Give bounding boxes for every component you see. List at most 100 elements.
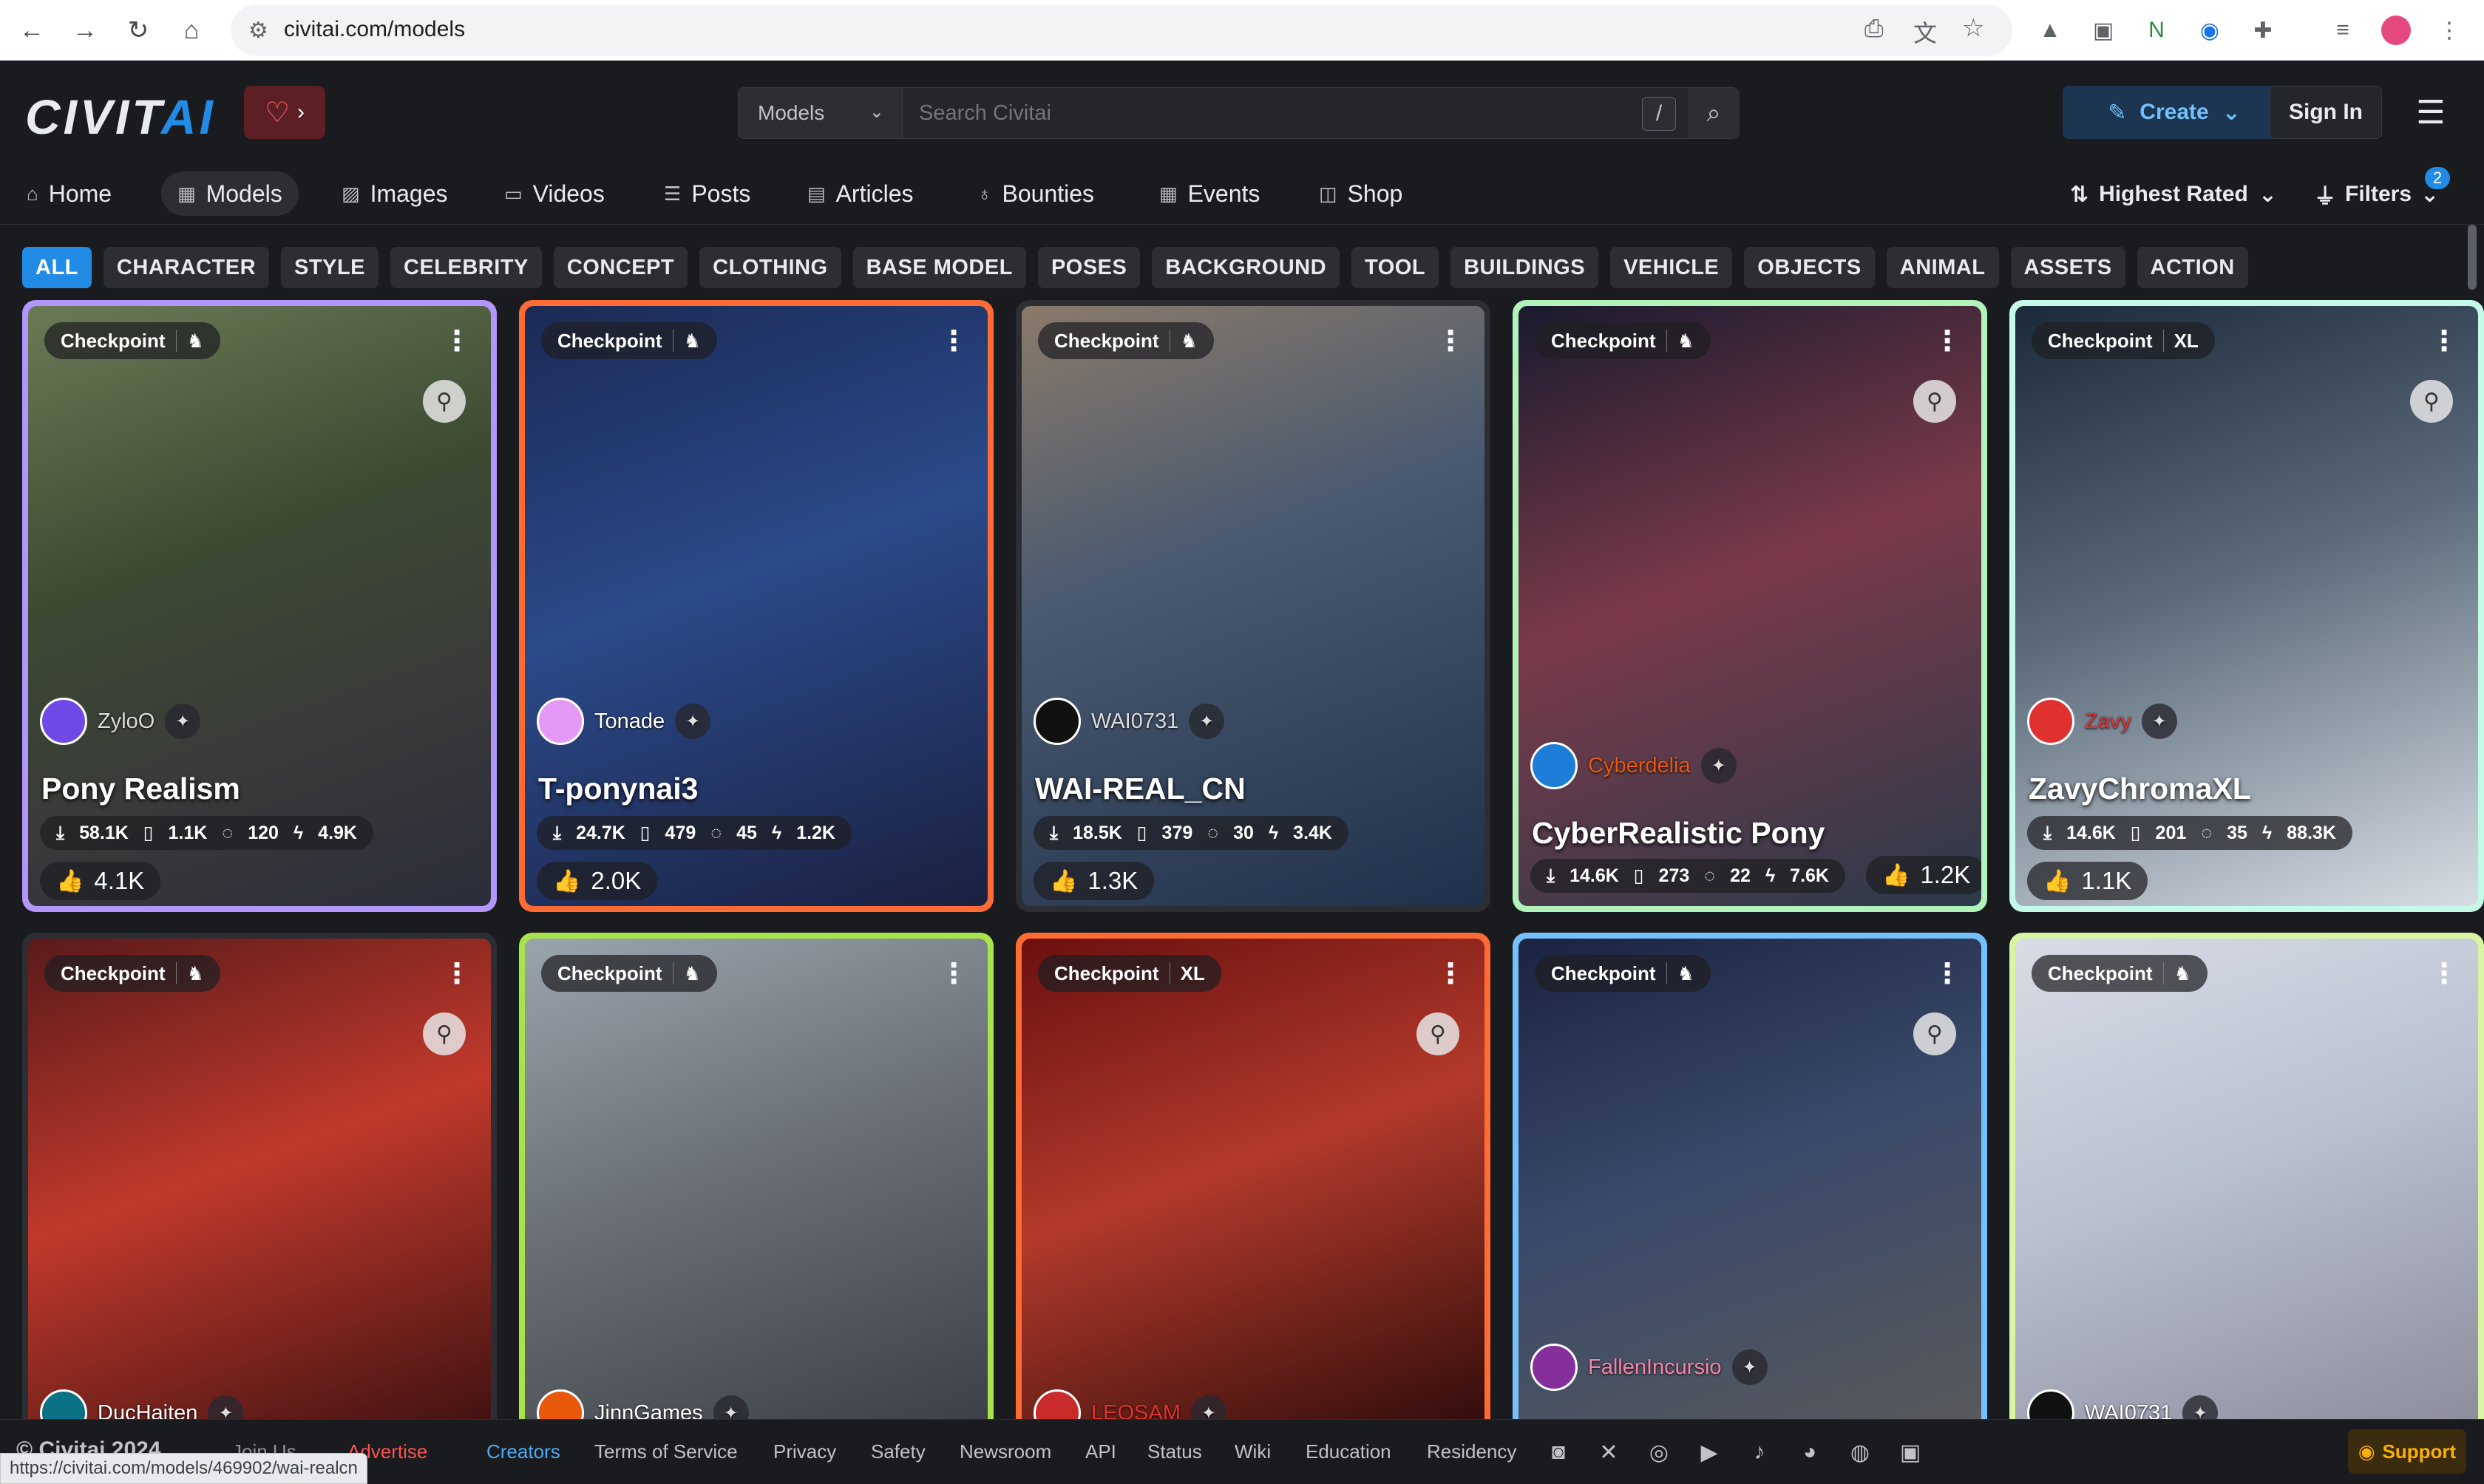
- github-icon[interactable]: ◍: [1845, 1437, 1875, 1467]
- site-info-icon[interactable]: ⚙: [248, 18, 268, 44]
- model-card[interactable]: Checkpoint ♞ ⋮ ⚲ ZyloO ✦ Pony Realism ⤓ 58.1K ▯ 1.…: [22, 300, 497, 912]
- creator-name[interactable]: Zavy: [2085, 709, 2131, 734]
- instagram-icon[interactable]: ◎: [1644, 1437, 1674, 1467]
- link-icon[interactable]: ⚲: [1416, 1012, 1459, 1055]
- tag-action[interactable]: ACTION: [2137, 247, 2248, 288]
- creator-name[interactable]: Tonade: [594, 709, 665, 734]
- link-icon[interactable]: ⚲: [423, 380, 466, 423]
- reload-icon[interactable]: ↻: [118, 10, 158, 50]
- profile-avatar[interactable]: [2379, 13, 2413, 47]
- model-image[interactable]: Checkpoint ♞ ⋮ ⚲ DucHaiten ✦: [28, 939, 491, 1444]
- address-bar[interactable]: ⚙ civitai.com/models ⎙ 文 ☆: [231, 4, 2012, 56]
- extension-2-icon[interactable]: ▣: [2086, 13, 2120, 47]
- more-options-icon[interactable]: ⋮: [1932, 955, 1962, 992]
- nav-events[interactable]: ▦ Events: [1143, 171, 1276, 216]
- extension-1-icon[interactable]: ▲: [2033, 13, 2067, 47]
- model-card[interactable]: Checkpoint ♞ ⋮ ⚲ Cyberdelia ✦ CyberRealistic P…: [1513, 300, 1987, 912]
- tag-style[interactable]: STYLE: [281, 247, 379, 288]
- creator-info[interactable]: Cyberdelia ✦: [1530, 742, 1737, 789]
- back-icon[interactable]: ←: [12, 10, 52, 50]
- like-count[interactable]: 👍 1.3K: [1034, 862, 1155, 900]
- search-icon[interactable]: ⌕: [1688, 88, 1740, 138]
- creator-name[interactable]: ZyloO: [98, 709, 155, 734]
- more-options-icon[interactable]: ⋮: [939, 955, 968, 992]
- model-card[interactable]: Checkpoint ♞ ⋮ WAI0731 ✦: [2009, 933, 2484, 1450]
- more-options-icon[interactable]: ⋮: [442, 322, 472, 359]
- model-card[interactable]: Checkpoint ♞ ⋮ ⚲ DucHaiten ✦: [22, 933, 497, 1450]
- tag-character[interactable]: CHARACTER: [103, 247, 270, 288]
- creator-info[interactable]: ZyloO ✦: [40, 698, 201, 745]
- avatar[interactable]: [537, 698, 584, 745]
- creator-info[interactable]: FallenIncursio ✦: [1530, 1344, 1768, 1391]
- tag-background[interactable]: BACKGROUND: [1152, 247, 1340, 288]
- filters-button[interactable]: ⏚ Filters ⌄: [2314, 164, 2439, 225]
- tag-celebrity[interactable]: CELEBRITY: [390, 247, 542, 288]
- footer-link-residency[interactable]: Residency: [1427, 1440, 1516, 1463]
- install-icon[interactable]: ⎙: [1864, 15, 1884, 43]
- more-options-icon[interactable]: ⋮: [939, 322, 968, 359]
- sort-dropdown[interactable]: ⇅ Highest Rated ⌄: [2070, 164, 2277, 225]
- nav-articles[interactable]: ▤ Articles: [791, 171, 929, 216]
- avatar[interactable]: [1034, 698, 1081, 745]
- more-options-icon[interactable]: ⋮: [2429, 322, 2459, 359]
- footer-link-terms[interactable]: Terms of Service: [594, 1440, 738, 1463]
- extensions-puzzle-icon[interactable]: ✚: [2246, 13, 2280, 47]
- footer-link-safety[interactable]: Safety: [871, 1440, 926, 1463]
- discord-icon[interactable]: ◙: [1544, 1437, 1573, 1467]
- tag-assets[interactable]: ASSETS: [2010, 247, 2125, 288]
- footer-link-wiki[interactable]: Wiki: [1235, 1440, 1271, 1463]
- sign-in-button[interactable]: Sign In: [2270, 86, 2382, 139]
- avatar[interactable]: [1530, 742, 1578, 789]
- reddit-icon[interactable]: ◕: [1795, 1437, 1825, 1467]
- extension-4-icon[interactable]: ◉: [2193, 13, 2227, 47]
- support-button[interactable]: ◉ Support: [2348, 1429, 2466, 1474]
- more-options-icon[interactable]: ⋮: [442, 955, 472, 992]
- creator-name[interactable]: Cyberdelia: [1588, 754, 1691, 778]
- extension-3-icon[interactable]: N: [2139, 13, 2174, 47]
- tag-buildings[interactable]: BUILDINGS: [1450, 247, 1599, 288]
- tag-base-model[interactable]: BASE MODEL: [852, 247, 1026, 288]
- footer-link-newsroom[interactable]: Newsroom: [960, 1440, 1051, 1463]
- model-title[interactable]: T-ponynai3: [538, 772, 698, 806]
- model-card[interactable]: Checkpoint ♞ ⋮ ⚲ FallenIncursio ✦: [1513, 933, 1987, 1450]
- avatar[interactable]: [2027, 698, 2074, 745]
- nav-posts[interactable]: ☰ Posts: [648, 171, 767, 216]
- model-image[interactable]: Checkpoint ♞ ⋮ WAI0731 ✦: [2015, 939, 2478, 1444]
- creator-info[interactable]: Zavy ✦: [2027, 698, 2177, 745]
- tag-clothing[interactable]: CLOTHING: [699, 247, 841, 288]
- avatar[interactable]: [1530, 1344, 1578, 1391]
- nav-bounties[interactable]: ♁ Bounties: [961, 171, 1110, 216]
- model-image[interactable]: Checkpoint ♞ ⋮ WAI0731 ✦ WAI-REAL_CN ⤓ 18.5K ▯ 37…: [1022, 306, 1484, 906]
- link-icon[interactable]: ⚲: [2410, 380, 2453, 423]
- model-card[interactable]: Checkpoint XL ⋮ ⚲ LEOSAM ✦: [1016, 933, 1490, 1450]
- footer-link-privacy[interactable]: Privacy: [773, 1440, 836, 1463]
- search-input[interactable]: [919, 101, 1584, 126]
- tag-vehicle[interactable]: VEHICLE: [1610, 247, 1733, 288]
- model-image[interactable]: Checkpoint ♞ ⋮ ⚲ FallenIncursio ✦: [1518, 939, 1981, 1444]
- avatar[interactable]: [40, 698, 87, 745]
- page-scrollbar[interactable]: [2468, 225, 2477, 290]
- model-card[interactable]: Checkpoint ♞ ⋮ JinnGames ✦: [519, 933, 994, 1450]
- youtube-icon[interactable]: ▶: [1694, 1437, 1724, 1467]
- create-button[interactable]: ✎ Create ⌄: [2063, 86, 2286, 139]
- link-icon[interactable]: ⚲: [1913, 1012, 1956, 1055]
- tiktok-icon[interactable]: ♪: [1745, 1437, 1774, 1467]
- like-count[interactable]: 👍 1.1K: [2027, 862, 2148, 900]
- more-options-icon[interactable]: ⋮: [1436, 322, 1465, 359]
- tag-objects[interactable]: OBJECTS: [1744, 247, 1875, 288]
- link-icon[interactable]: ⚲: [1913, 380, 1956, 423]
- model-card[interactable]: Checkpoint ♞ ⋮ Tonade ✦ T-ponynai3 ⤓ 24.7K ▯ 479 ◌…: [519, 300, 994, 912]
- more-options-icon[interactable]: ⋮: [1436, 955, 1465, 992]
- model-title[interactable]: ZavyChromaXL: [2029, 772, 2251, 806]
- footer-link-education[interactable]: Education: [1306, 1440, 1391, 1463]
- tag-animal[interactable]: ANIMAL: [1886, 247, 1999, 288]
- link-icon[interactable]: ⚲: [423, 1012, 466, 1055]
- more-options-icon[interactable]: ⋮: [1932, 322, 1962, 359]
- nav-shop[interactable]: ◫ Shop: [1303, 171, 1419, 216]
- nav-models[interactable]: ▦ Models: [161, 171, 299, 216]
- nav-images[interactable]: ▨ Images: [325, 171, 464, 216]
- tag-tool[interactable]: TOOL: [1351, 247, 1439, 288]
- model-image[interactable]: Checkpoint XL ⋮ ⚲ LEOSAM ✦: [1022, 939, 1484, 1444]
- civitai-logo[interactable]: CIVITAI: [25, 89, 216, 145]
- home-icon[interactable]: ⌂: [172, 10, 211, 50]
